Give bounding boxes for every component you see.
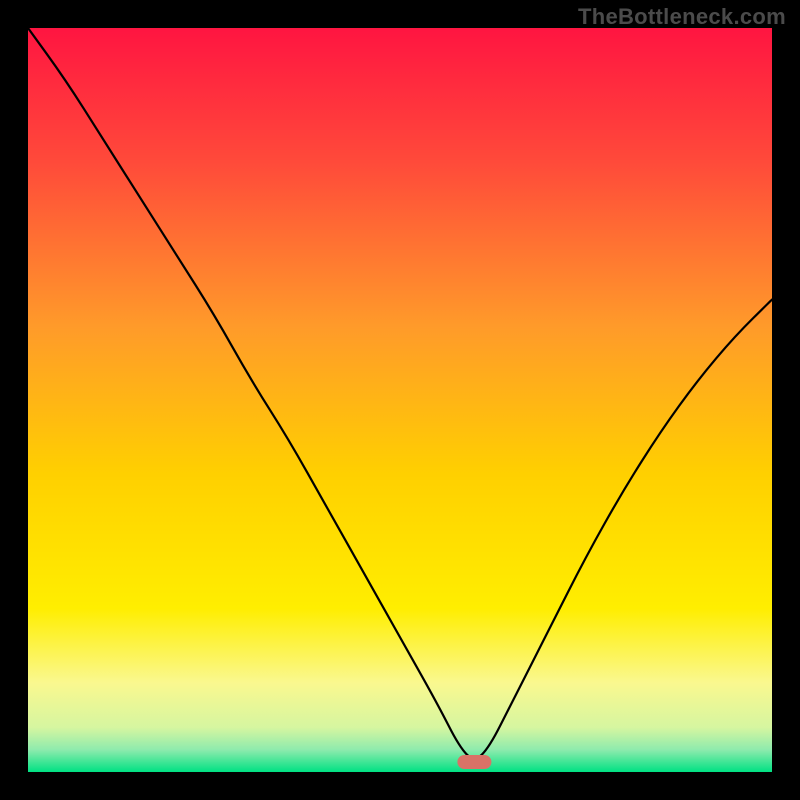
- gradient-bg: [28, 28, 772, 772]
- watermark-text: TheBottleneck.com: [578, 4, 786, 30]
- plot-area: [28, 28, 772, 772]
- chart-svg: [28, 28, 772, 772]
- optimum-marker: [457, 755, 491, 769]
- chart-frame: TheBottleneck.com: [0, 0, 800, 800]
